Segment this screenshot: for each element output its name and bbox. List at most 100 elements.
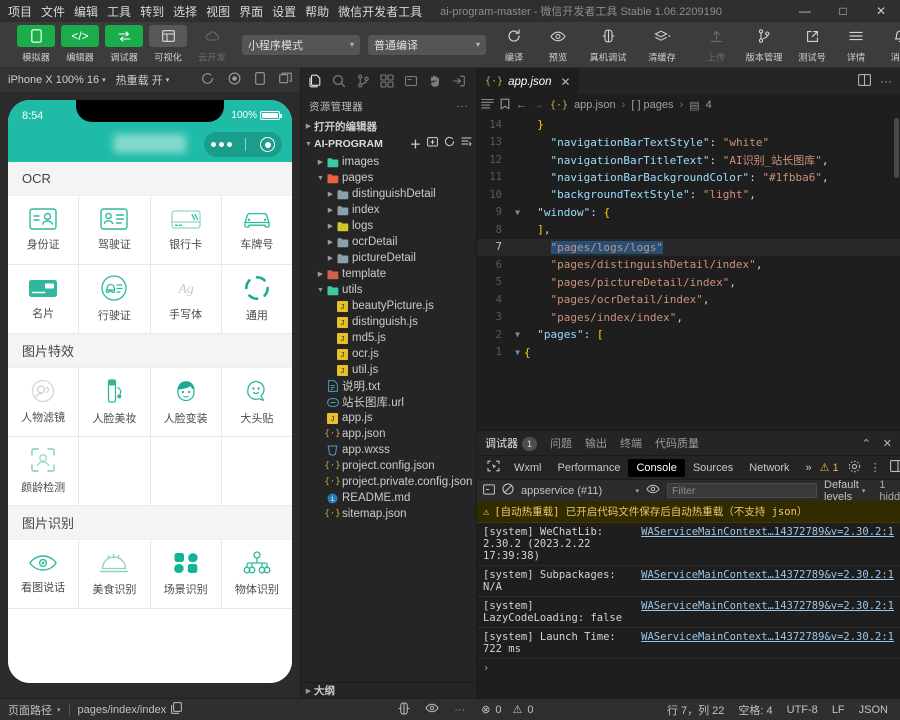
encoding-indicator[interactable]: UTF-8 [787, 704, 818, 716]
settings-icon[interactable] [848, 460, 861, 476]
mode-select[interactable]: 小程序模式 ▾ [242, 35, 360, 55]
device-debug-icon[interactable] [398, 702, 410, 718]
code-line[interactable]: 11 "navigationBarBackgroundColor": "#1fb… [477, 169, 900, 187]
toolbar-button-simulator[interactable]: 模拟器 [16, 25, 56, 64]
console-log-source-link[interactable]: WAServiceMainContext…14372789&v=2.30.2:1 [641, 600, 894, 624]
outline-section[interactable]: ▶ 大纲 [301, 682, 476, 698]
grid-item-portrait-filter[interactable]: 人物滤镜 [8, 368, 78, 436]
files-icon[interactable] [303, 69, 327, 93]
grid-item-age-detect[interactable]: 颜龄检测 [8, 437, 78, 505]
list-icon[interactable] [481, 98, 494, 112]
copy-icon[interactable] [171, 702, 182, 717]
tree-file-row[interactable]: ▶Japp.js [301, 410, 476, 426]
breadcrumb-file[interactable]: app.json [574, 99, 616, 111]
record-icon[interactable] [228, 72, 241, 88]
console-tab-performance[interactable]: Performance [550, 459, 629, 477]
window-icon[interactable] [279, 72, 292, 88]
hidden-messages-count[interactable]: 1 hidden [879, 479, 900, 503]
console-filter-input[interactable]: Filter [667, 483, 817, 498]
grid-item-vehicle-license[interactable]: 行驶证 [79, 265, 149, 333]
more-vertical-icon[interactable]: ⋮ [870, 461, 881, 474]
console-log-source-link[interactable]: WAServiceMainContext…14372789&v=2.30.2:1 [641, 569, 894, 593]
console-tab-sources[interactable]: Sources [685, 459, 741, 477]
menu-item-ui[interactable]: 界面 [239, 3, 263, 20]
grid-item-general[interactable]: 通用 [222, 265, 292, 333]
source-control-icon[interactable] [351, 69, 375, 93]
new-file-icon[interactable]: ＋ [410, 136, 421, 152]
toolbar-button-version[interactable]: 版本管理 [740, 25, 788, 64]
code-line[interactable]: 7 "pages/logs/logs" [477, 239, 900, 257]
menu-item-file[interactable]: 文件 [41, 3, 65, 20]
extensions-icon[interactable] [375, 69, 399, 93]
tree-file-row[interactable]: ▶说明.txt [301, 378, 476, 394]
tree-folder-row[interactable]: ▶distinguishDetail [301, 186, 476, 202]
console-prompt[interactable]: › [477, 659, 900, 677]
login-icon[interactable] [447, 69, 471, 93]
inspect-element-icon[interactable] [481, 460, 506, 475]
console-context-select[interactable]: appservice (#11) ▾ [521, 485, 639, 497]
devtools-tab-problems[interactable]: 问题 [550, 435, 572, 451]
line-col-indicator[interactable]: 行 7，列 22 [667, 702, 724, 718]
console-tab-overflow[interactable]: » [798, 459, 820, 477]
diagnostics[interactable]: ⊗ 0 ⚠ 0 [473, 699, 541, 720]
eye-icon[interactable] [425, 703, 439, 716]
tree-file-row[interactable]: ▶{·}app.json [301, 426, 476, 442]
fold-chevron-icon[interactable]: ▼ [511, 348, 524, 357]
menu-item-view[interactable]: 视图 [206, 3, 230, 20]
tree-file-row[interactable]: ▶JbeautyPicture.js [301, 298, 476, 314]
tree-folder-row[interactable]: ▶index [301, 202, 476, 218]
collapse-icon[interactable] [461, 136, 472, 152]
debug-icon[interactable] [399, 69, 423, 93]
fold-chevron-icon[interactable]: ▼ [511, 208, 524, 217]
menu-item-select[interactable]: 选择 [173, 3, 197, 20]
devtools-tab-code-quality[interactable]: 代码质量 [655, 435, 699, 451]
tree-file-row[interactable]: ▶Jutil.js [301, 362, 476, 378]
tree-file-row[interactable]: ▶iREADME.md [301, 490, 476, 506]
tree-folder-row[interactable]: ▶images [301, 154, 476, 170]
code-editor[interactable]: 14 }13 "navigationBarTextStyle": "white"… [477, 116, 900, 430]
code-line[interactable]: 6 "pages/distinguishDetail/index", [477, 256, 900, 274]
no-entry-icon[interactable] [502, 483, 514, 498]
hand-icon[interactable] [423, 69, 447, 93]
toolbar-button-message[interactable]: 消息 [880, 25, 900, 64]
tree-file-row[interactable]: ▶Jocr.js [301, 346, 476, 362]
eye-icon[interactable] [646, 484, 660, 497]
language-mode-indicator[interactable]: JSON [859, 704, 888, 716]
grid-item-idcard[interactable]: 身份证 [8, 196, 78, 264]
console-log-source-link[interactable]: WAServiceMainContext…14372789&v=2.30.2:1 [641, 526, 894, 562]
code-line[interactable]: 13 "navigationBarTextStyle": "white" [477, 134, 900, 152]
console-log-source-link[interactable]: WAServiceMainContext…14372789&v=2.30.2:1 [641, 631, 894, 655]
code-line[interactable]: 1▼{ [477, 344, 900, 362]
fold-chevron-icon[interactable]: ▼ [511, 330, 524, 339]
minimize-button[interactable]: — [786, 0, 824, 22]
device-select[interactable]: iPhone X 100% 16 ▾ [8, 74, 106, 86]
close-button[interactable]: ✕ [862, 0, 900, 22]
tree-folder-row[interactable]: ▶template [301, 266, 476, 282]
more-actions-icon[interactable]: ··· [880, 74, 892, 88]
compile-select[interactable]: 普通编译 ▾ [368, 35, 486, 55]
arrow-left-icon[interactable]: ← [516, 99, 527, 111]
code-line[interactable]: 2▼ "pages": [ [477, 326, 900, 344]
more-icon[interactable]: ··· [454, 704, 465, 716]
hotreload-select[interactable]: 热重载 开 ▾ [116, 72, 170, 88]
tree-file-row[interactable]: ▶Jmd5.js [301, 330, 476, 346]
grid-item-plate[interactable]: 车牌号 [222, 196, 292, 264]
toolbar-button-detail[interactable]: 详情 [836, 25, 876, 64]
tree-file-row[interactable]: ▶站长图库.url [301, 394, 476, 410]
menu-item-help[interactable]: 帮助 [305, 3, 329, 20]
close-icon[interactable]: ✕ [561, 75, 571, 89]
tree-folder-row[interactable]: ▶ocrDetail [301, 234, 476, 250]
mp-capsule-button[interactable] [204, 132, 282, 157]
code-line[interactable]: 4 "pages/ocrDetail/index", [477, 291, 900, 309]
toolbar-button-preview[interactable]: 预览 [538, 25, 578, 64]
toolbar-button-testid[interactable]: 测试号 [792, 25, 832, 64]
breadcrumb-index[interactable]: 4 [706, 99, 712, 111]
toolbar-button-editor[interactable]: </> 编辑器 [60, 25, 100, 64]
devtools-tab-output[interactable]: 输出 [585, 435, 607, 451]
page-path-select[interactable]: 页面路径 ▾ [0, 699, 69, 720]
grid-item-image-caption[interactable]: 看图说话 [8, 540, 78, 608]
more-actions-icon[interactable]: ··· [457, 100, 468, 112]
toolbar-button-compile[interactable]: 编译 [494, 25, 534, 64]
split-editor-icon[interactable] [858, 74, 871, 89]
refresh-icon[interactable] [444, 136, 455, 152]
